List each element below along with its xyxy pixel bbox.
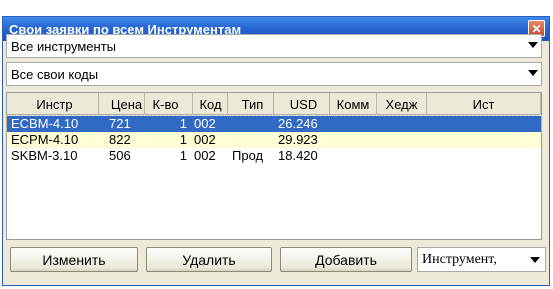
cell-hedge bbox=[377, 116, 427, 132]
cell-hedge bbox=[377, 148, 427, 164]
column-header-hedge[interactable]: Хедж bbox=[377, 93, 427, 115]
close-icon: ✕ bbox=[531, 21, 542, 36]
chevron-down-icon[interactable] bbox=[528, 70, 538, 76]
instrument-type-select[interactable]: Инструмент, bbox=[417, 247, 546, 272]
cell-instr: SKBM-3.10 bbox=[11, 148, 78, 163]
table-header: Инстр Цена К-во Код Тип USD Комм Хедж Ис… bbox=[7, 93, 541, 115]
cell-code: 002 bbox=[194, 116, 216, 131]
cell-instr: ECBM-4.10 bbox=[11, 116, 79, 131]
cell-qty: 1 bbox=[179, 132, 187, 147]
column-header-type[interactable]: Тип bbox=[228, 93, 274, 115]
add-button[interactable]: Добавить bbox=[280, 247, 412, 272]
cell-usd: 29.923 bbox=[278, 132, 318, 147]
codes-filter-select[interactable]: Все свои коды bbox=[6, 62, 542, 86]
column-header-usd[interactable]: USD bbox=[274, 93, 330, 115]
cell-src bbox=[427, 148, 541, 164]
instrument-filter-value: Все инструменты bbox=[11, 38, 116, 54]
instrument-filter-select[interactable]: Все инструменты bbox=[6, 34, 542, 58]
cell-comm bbox=[330, 132, 377, 148]
codes-filter-value: Все свои коды bbox=[11, 66, 99, 82]
column-header-qty[interactable]: К-во bbox=[145, 93, 193, 115]
cell-usd: 26.246 bbox=[278, 116, 318, 131]
cell-src bbox=[427, 132, 541, 148]
chevron-down-icon[interactable] bbox=[528, 42, 538, 48]
column-header-src[interactable]: Ист bbox=[427, 93, 541, 115]
cell-code: 002 bbox=[194, 132, 216, 147]
cell-instr: ECPM-4.10 bbox=[11, 132, 79, 147]
column-header-code[interactable]: Код bbox=[193, 93, 228, 115]
cell-usd: 18.420 bbox=[278, 148, 318, 163]
cell-src bbox=[427, 116, 541, 132]
cell-price: 721 bbox=[109, 116, 131, 131]
column-header-price[interactable]: Цена bbox=[99, 93, 145, 115]
cell-type bbox=[228, 132, 274, 148]
cell-price: 506 bbox=[109, 148, 131, 163]
cell-type: Прод bbox=[232, 148, 264, 163]
delete-button[interactable]: Удалить bbox=[146, 247, 272, 272]
column-header-instr[interactable]: Инстр bbox=[7, 93, 99, 115]
edit-button[interactable]: Изменить bbox=[10, 247, 138, 272]
cell-comm bbox=[330, 116, 377, 132]
cell-qty: 1 bbox=[179, 148, 187, 163]
table-row[interactable]: SKBM-3.10 506 1 002 Прод 18.420 bbox=[7, 148, 541, 164]
table-row[interactable]: ECPM-4.10 822 1 002 29.923 bbox=[7, 132, 541, 148]
column-header-comm[interactable]: Комм bbox=[330, 93, 377, 115]
cell-hedge bbox=[377, 132, 427, 148]
cell-type bbox=[228, 116, 274, 132]
cell-qty: 1 bbox=[179, 116, 187, 131]
cell-price: 822 bbox=[109, 132, 131, 147]
chevron-down-icon[interactable] bbox=[530, 257, 540, 263]
instrument-type-value: Инструмент, bbox=[422, 251, 497, 267]
table-row[interactable]: ECBM-4.10 721 1 002 26.246 bbox=[6, 115, 542, 133]
cell-comm bbox=[330, 148, 377, 164]
cell-code: 002 bbox=[194, 148, 216, 163]
orders-table: Инстр Цена К-во Код Тип USD Комм Хедж Ис… bbox=[6, 92, 542, 240]
